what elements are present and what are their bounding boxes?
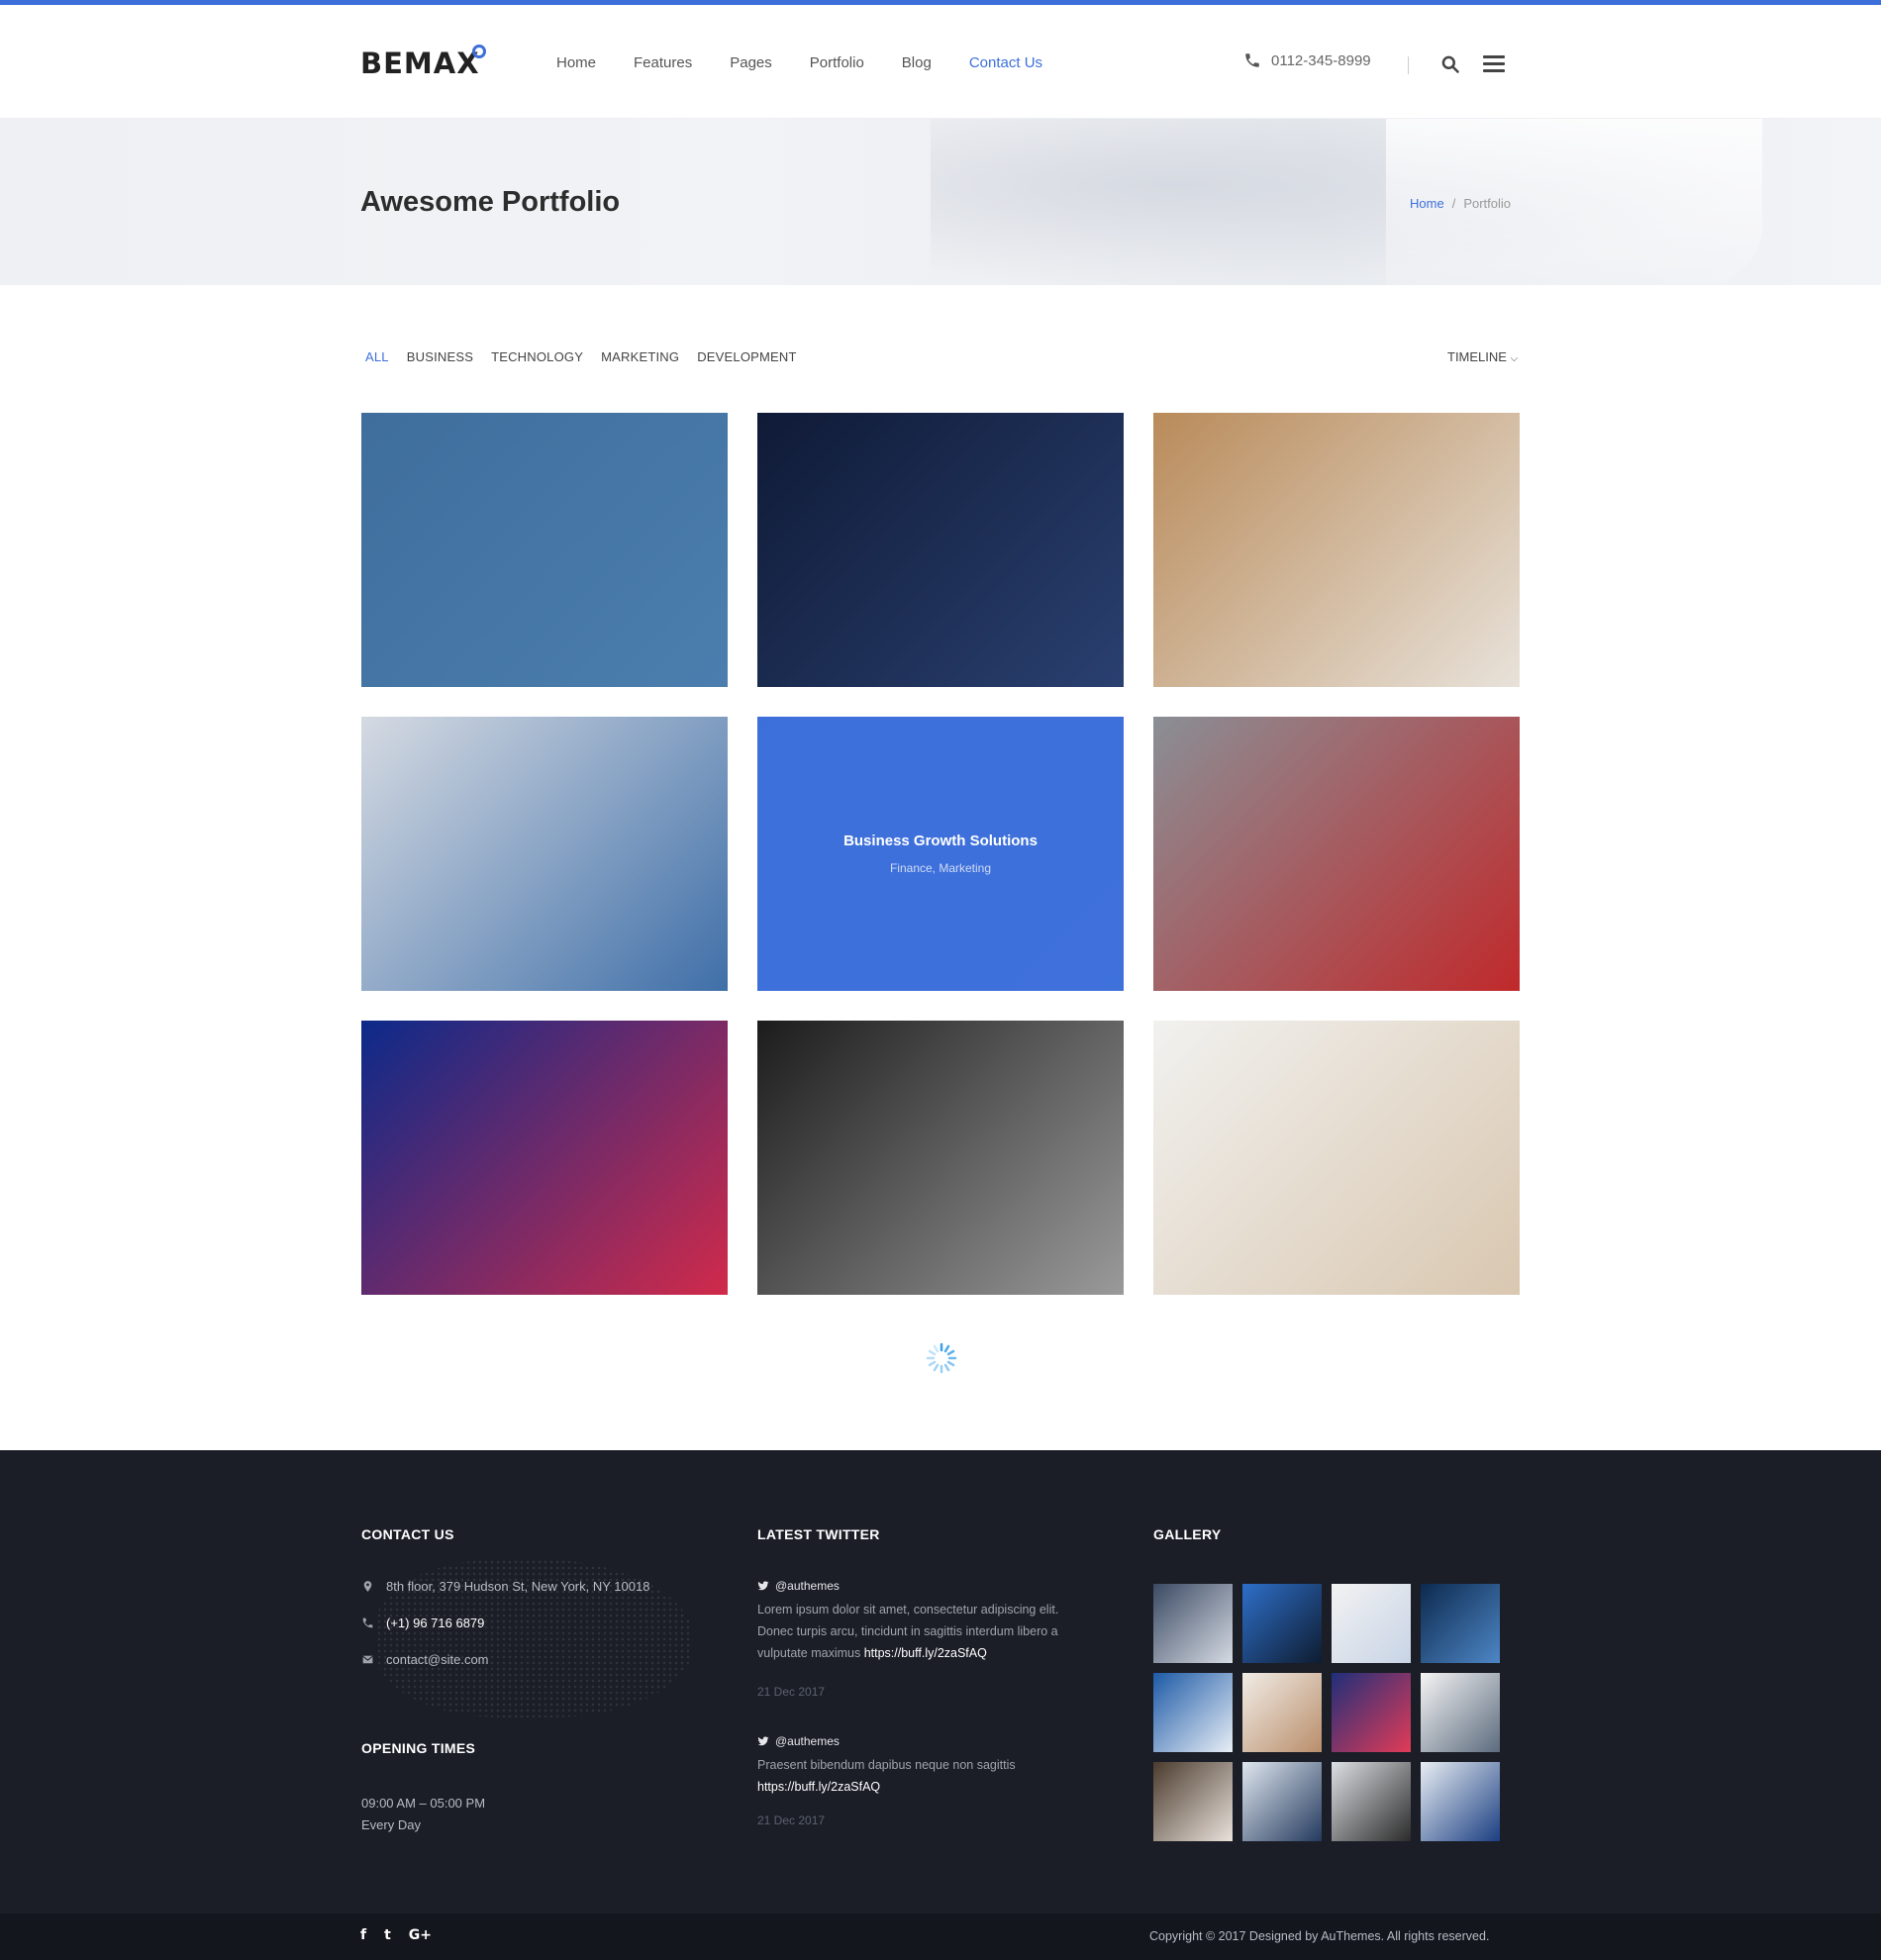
gallery-thumbnail[interactable] xyxy=(1332,1584,1411,1663)
header-phone-number: 0112-345-8999 xyxy=(1271,51,1371,69)
timeline-label: TIMELINE xyxy=(1447,349,1507,364)
portfolio-item-title[interactable]: Business Growth Solutions xyxy=(843,833,1038,849)
portfolio-filters: ALL BUSINESS TECHNOLOGY MARKETING DEVELO… xyxy=(365,349,815,364)
bottom-bar: f t G+ Copyright © 2017 Designed by AuTh… xyxy=(0,1913,1881,1960)
filter-technology[interactable]: TECHNOLOGY xyxy=(491,349,583,364)
tweet-body: Lorem ipsum dolor sit amet, consectetur … xyxy=(757,1603,1059,1660)
footer-opening-heading: OPENING TIMES xyxy=(361,1740,476,1756)
nav-features[interactable]: Features xyxy=(634,54,692,71)
envelope-icon xyxy=(362,1655,373,1664)
tweet-body: Praesent bibendum dapibus neque non sagi… xyxy=(757,1758,1016,1794)
footer-gallery-heading: GALLERY xyxy=(1153,1526,1222,1542)
tweet-link[interactable]: https://buff.ly/2zaSfAQ xyxy=(757,1780,880,1794)
search-icon[interactable] xyxy=(1440,54,1460,74)
portfolio-item-smiling-woman-laptop[interactable] xyxy=(1153,413,1520,687)
footer-opening-hours: 09:00 AM – 05:00 PM xyxy=(361,1796,486,1811)
copyright-text: Copyright © 2017 Designed by AuThemes. A… xyxy=(1149,1929,1490,1943)
google-plus-icon[interactable]: G+ xyxy=(409,1927,432,1943)
gallery-thumbnail[interactable] xyxy=(1242,1584,1322,1663)
footer-phone[interactable]: (+1) 96 716 6879 xyxy=(361,1616,484,1630)
tweet-date: 21 Dec 2017 xyxy=(757,1685,826,1699)
nav-home[interactable]: Home xyxy=(556,54,596,71)
portfolio-item-security-laptop-world-map[interactable] xyxy=(361,413,728,687)
logo-ring-icon xyxy=(472,45,486,58)
gallery-thumbnail[interactable] xyxy=(1153,1673,1233,1752)
page-title: Awesome Portfolio xyxy=(360,186,621,218)
footer-opening-days: Every Day xyxy=(361,1817,421,1832)
twitter-bird-icon xyxy=(757,1736,769,1746)
gallery-thumbnail[interactable] xyxy=(1421,1762,1500,1841)
gallery-thumbnail[interactable] xyxy=(1421,1584,1500,1663)
footer-gallery-grid xyxy=(1153,1584,1510,1841)
portfolio-item-digital-world-map[interactable] xyxy=(757,413,1124,687)
footer-address: 8th floor, 379 Hudson St, New York, NY 1… xyxy=(361,1579,649,1594)
gallery-thumbnail[interactable] xyxy=(1242,1762,1322,1841)
portfolio-item-categories: Finance, Marketing xyxy=(889,861,992,875)
phone-icon xyxy=(362,1617,373,1628)
chevron-down-icon: ⌵ xyxy=(1510,353,1519,364)
timeline-sort-dropdown[interactable]: TIMELINE ⌵ xyxy=(1447,349,1518,364)
filter-all[interactable]: ALL xyxy=(365,349,389,364)
tweet-date: 21 Dec 2017 xyxy=(757,1813,826,1827)
gallery-thumbnail[interactable] xyxy=(1153,1584,1233,1663)
filter-development[interactable]: DEVELOPMENT xyxy=(697,349,796,364)
portfolio-item-businessman-city[interactable] xyxy=(361,717,728,991)
social-links: f t G+ xyxy=(360,1927,432,1943)
tweet-handle[interactable]: @authemes xyxy=(757,1734,840,1748)
tweet-handle[interactable]: @authemes xyxy=(757,1579,840,1593)
twitter-icon[interactable]: t xyxy=(384,1927,391,1943)
header-phone[interactable]: 0112-345-8999 xyxy=(1243,51,1371,69)
hamburger-menu-icon[interactable] xyxy=(1483,55,1505,73)
portfolio-item-chess-pieces[interactable] xyxy=(757,1021,1124,1295)
nav-contact-us[interactable]: Contact Us xyxy=(969,54,1042,71)
filter-marketing[interactable]: MARKETING xyxy=(601,349,679,364)
site-logo[interactable]: BEMAX xyxy=(360,47,480,80)
nav-portfolio[interactable]: Portfolio xyxy=(810,54,864,71)
gallery-thumbnail[interactable] xyxy=(1421,1673,1500,1752)
gallery-thumbnail[interactable] xyxy=(1242,1673,1322,1752)
site-footer: CONTACT US 8th floor, 379 Hudson St, New… xyxy=(0,1450,1881,1913)
loading-spinner-icon xyxy=(926,1342,957,1374)
footer-contact-heading: CONTACT US xyxy=(361,1526,454,1542)
phone-icon xyxy=(1245,53,1259,67)
filter-business[interactable]: BUSINESS xyxy=(407,349,473,364)
site-header: BEMAX Home Features Pages Portfolio Blog… xyxy=(0,5,1881,119)
footer-email[interactable]: contact@site.com xyxy=(361,1652,489,1667)
page-banner: Awesome Portfolio Home / Portfolio xyxy=(0,119,1881,285)
twitter-bird-icon xyxy=(757,1581,769,1591)
portfolio-item-business-growth-solutions[interactable]: Business Growth Solutions Finance, Marke… xyxy=(757,717,1124,991)
portfolio-item-stock-chart-screen[interactable] xyxy=(361,1021,728,1295)
gallery-thumbnail[interactable] xyxy=(1153,1762,1233,1841)
gallery-thumbnail[interactable] xyxy=(1332,1762,1411,1841)
facebook-icon[interactable]: f xyxy=(360,1927,366,1943)
portfolio-item-superhero-businessman[interactable] xyxy=(1153,717,1520,991)
tweet-link[interactable]: https://buff.ly/2zaSfAQ xyxy=(864,1646,987,1660)
breadcrumb-current: Portfolio xyxy=(1463,196,1512,211)
breadcrumb-home[interactable]: Home xyxy=(1410,196,1444,211)
map-pin-icon xyxy=(363,1581,372,1592)
main-nav: Home Features Pages Portfolio Blog Conta… xyxy=(556,54,1080,71)
nav-blog[interactable]: Blog xyxy=(902,54,932,71)
gallery-thumbnail[interactable] xyxy=(1332,1673,1411,1752)
header-divider xyxy=(1408,56,1409,74)
portfolio-item-happy-couple-laptop[interactable] xyxy=(1153,1021,1520,1295)
breadcrumb: Home / Portfolio xyxy=(1410,196,1511,211)
footer-twitter-heading: LATEST TWITTER xyxy=(757,1526,880,1542)
nav-pages[interactable]: Pages xyxy=(730,54,772,71)
portfolio-item-overlay: Business Growth Solutions Finance, Marke… xyxy=(757,717,1124,991)
breadcrumb-separator: / xyxy=(1451,196,1456,211)
